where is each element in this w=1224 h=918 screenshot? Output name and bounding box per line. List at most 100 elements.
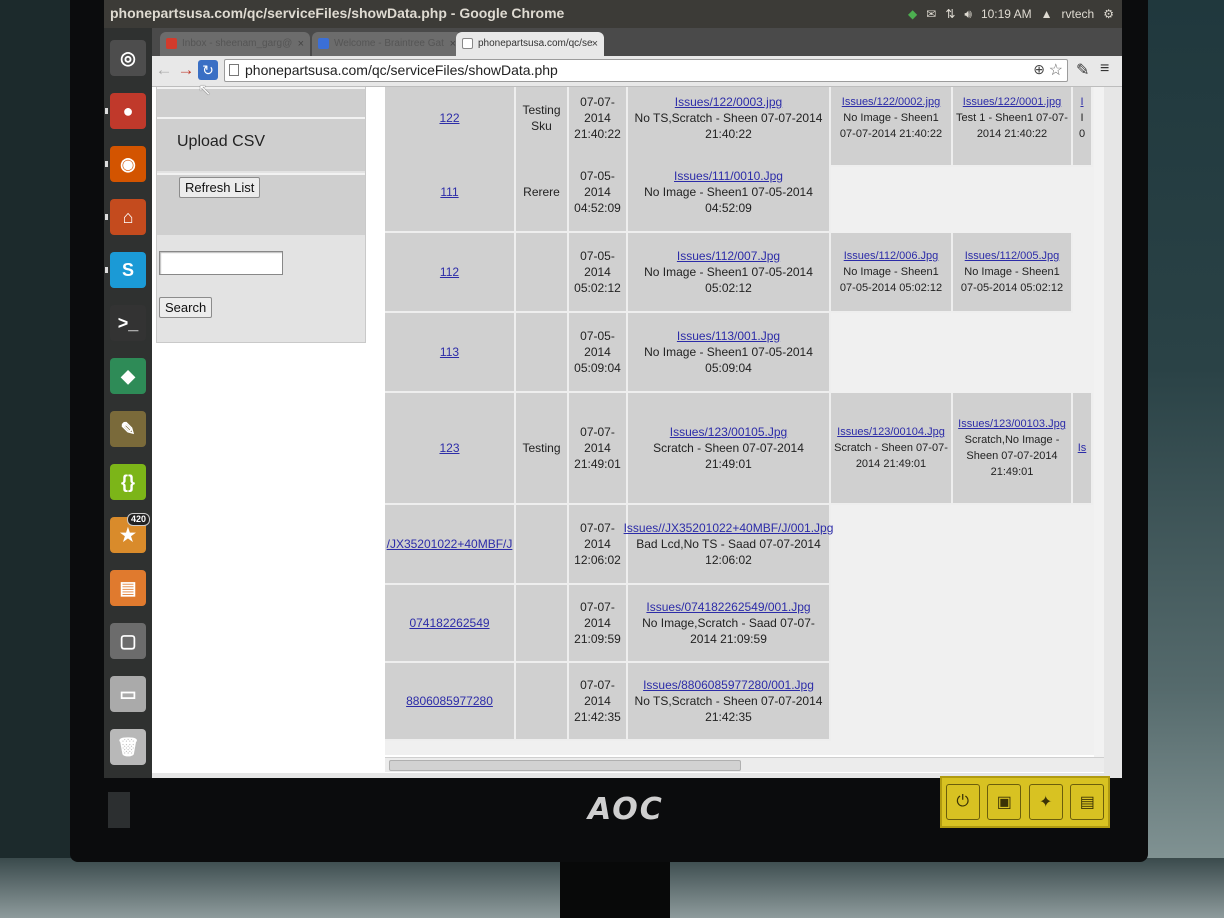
network-icon[interactable]: ⇅ — [945, 0, 955, 28]
date-line: 07-05- — [580, 169, 615, 183]
cube-app-icon[interactable]: ◆ — [110, 358, 146, 394]
id-cell: 8806085977280 — [385, 663, 516, 741]
date-line: 21:42:35 — [574, 710, 621, 724]
id-link[interactable]: 123 — [439, 440, 459, 456]
id-cell: 112 — [385, 233, 516, 313]
gear-icon[interactable]: ⚙ — [1103, 0, 1114, 28]
shield-icon[interactable]: ◆ — [908, 0, 917, 28]
display-mode-button[interactable]: ▣ — [987, 784, 1022, 820]
table-row: 074182262549 07-07- 2014 21:09:59 Issues/074… — [385, 585, 1104, 663]
chrome-icon[interactable]: ● — [105, 93, 146, 129]
updates-icon[interactable]: ★ 420 — [110, 513, 150, 553]
issue-image-link[interactable]: Issues/113/001.Jpg — [677, 328, 780, 344]
running-indicator — [105, 267, 108, 273]
issue-image-link[interactable]: Issues/122/0001.jpg — [963, 94, 1061, 110]
id-link[interactable]: 113 — [440, 344, 459, 360]
skype-icon[interactable]: S — [105, 252, 146, 288]
adjust-button[interactable]: ✦ — [1028, 784, 1063, 820]
scrollbar-thumb[interactable] — [389, 760, 741, 771]
id-link[interactable]: 111 — [440, 184, 458, 200]
id-link[interactable]: 112 — [440, 264, 459, 280]
gimp-icon[interactable]: ✎ — [110, 411, 146, 447]
tab-braintree[interactable]: Welcome - Braintree Gat × — [312, 32, 462, 56]
reload-icon[interactable]: ↻ — [198, 60, 218, 80]
volume-icon[interactable]: 🔊︎ — [964, 0, 972, 28]
date-line: 2014 — [584, 185, 611, 199]
address-bar[interactable]: phonepartsusa.com/qc/serviceFiles/showDa… — [224, 59, 1068, 82]
issue-image-link[interactable]: Issues/123/00103.Jpg — [958, 416, 1066, 432]
id-cell: 111 — [385, 153, 516, 233]
menu-icon[interactable]: ≡ — [1100, 60, 1109, 78]
running-indicator — [105, 161, 108, 167]
issue-description: No Image - Sheen1 07-05-2014 05:02:12 — [839, 266, 943, 294]
issue-cell: Is — [1073, 393, 1093, 505]
issue-image-link[interactable]: I — [1080, 94, 1083, 110]
id-link[interactable]: /JX35201022+40MBF/J — [387, 536, 513, 552]
zoom-icon[interactable]: ⊕ — [1033, 61, 1045, 78]
screen: phonepartsusa.com/qc/serviceFiles/showDa… — [104, 0, 1122, 778]
issue-cell: Issues/123/00103.Jpg Scratch,No Image - S… — [953, 393, 1073, 505]
refresh-section: Refresh List — [157, 173, 365, 235]
pen-icon[interactable]: ✎ — [1076, 60, 1089, 80]
issue-image-link[interactable]: Issues/122/0002.jpg — [842, 94, 940, 110]
forward-icon[interactable]: → — [176, 60, 196, 80]
browser-toolbar: ← → ↻ phonepartsusa.com/qc/serviceFiles/… — [152, 56, 1122, 87]
issue-image-link[interactable]: Is — [1078, 440, 1087, 456]
date-cell: 07-07- 2014 21:49:01 — [569, 393, 628, 505]
issue-image-link[interactable]: Issues/123/00105.Jpg — [670, 424, 787, 440]
close-icon[interactable]: × — [298, 32, 304, 56]
terminal-icon[interactable]: >_ — [110, 305, 146, 341]
workspace-icon[interactable]: ▢ — [110, 623, 146, 659]
issue-image-link[interactable]: Issues/112/005.Jpg — [965, 248, 1060, 264]
trash-icon[interactable]: 🗑 — [110, 729, 146, 765]
data-table: 122 Testing Sku 07-07- 2014 21:40:22 Issues/1… — [385, 87, 1104, 757]
drive-icon[interactable]: ▭ — [110, 676, 146, 712]
monitor-speaker — [108, 792, 130, 828]
issue-image-link[interactable]: Issues/074182262549/001.Jpg — [646, 599, 810, 615]
date-line: 2014 — [584, 441, 611, 455]
issue-image-link[interactable]: Issues/111/0010.Jpg — [674, 168, 783, 184]
issue-image-link[interactable]: Issues//JX35201022+40MBF/J/001.Jpg — [624, 520, 834, 536]
gmail-icon — [166, 38, 177, 49]
tab-inbox[interactable]: Inbox - sheenam_garg@ × — [160, 32, 310, 56]
power-button[interactable]: ⏻ — [945, 784, 980, 820]
issue-image-link[interactable]: Issues/112/007.Jpg — [677, 248, 780, 264]
table-row: 111 Rerere 07-05- 2014 04:52:09 Issues/111/00… — [385, 153, 1104, 233]
close-icon[interactable]: × — [592, 32, 598, 56]
mail-icon[interactable]: ✉ — [926, 0, 936, 28]
date-cell: 07-07- 2014 12:06:02 — [569, 505, 628, 585]
clock[interactable]: 10:19 AM — [981, 0, 1032, 28]
tab-strip: Inbox - sheenam_garg@ × Welcome - Braint… — [152, 28, 1122, 56]
firefox-icon[interactable]: ◉ — [105, 146, 146, 182]
issue-image-link[interactable]: Issues/8806085977280/001.Jpg — [643, 677, 814, 693]
id-link[interactable]: 122 — [439, 110, 459, 126]
impress-icon[interactable]: ▤ — [110, 570, 146, 606]
id-link[interactable]: 074182262549 — [409, 615, 489, 631]
issue-description: No Image - Sheen1 07-05-2014 05:02:12 — [644, 265, 813, 295]
upload-csv-link[interactable]: Upload CSV — [177, 133, 265, 151]
issue-description: No TS,Scratch - Sheen 07-07-2014 21:40:2… — [634, 111, 823, 141]
date-line: 05:02:12 — [574, 281, 621, 295]
files-home-icon[interactable]: ⌂ — [105, 199, 146, 235]
search-input[interactable] — [159, 251, 283, 275]
search-button[interactable]: Search — [159, 297, 213, 318]
issue-image-link[interactable]: Issues/122/0003.jpg — [675, 94, 782, 110]
horizontal-scrollbar[interactable] — [385, 757, 1104, 772]
issue-image-link[interactable]: Issues/112/006.Jpg — [844, 248, 939, 264]
user-icon: ▲ — [1040, 7, 1053, 21]
star-icon[interactable]: ☆ — [1049, 60, 1063, 80]
back-icon[interactable]: ← — [154, 60, 174, 80]
running-indicator — [105, 108, 108, 114]
date-line: 21:49:01 — [574, 457, 621, 471]
issue-image-link[interactable]: Issues/123/00104.Jpg — [837, 424, 945, 440]
table-row: /JX35201022+40MBF/J 07-07- 2014 12:06:02 Iss… — [385, 505, 1104, 585]
tab-showdata[interactable]: phonepartsusa.com/qc/se × — [456, 32, 604, 56]
id-link[interactable]: 8806085977280 — [406, 693, 493, 709]
code-editor-icon[interactable]: {} — [110, 464, 146, 500]
vertical-scrollbar[interactable] — [1094, 87, 1104, 757]
menu-button[interactable]: ▤ — [1070, 784, 1105, 820]
user-name[interactable]: rvtech — [1062, 0, 1095, 28]
ubuntu-dash-icon[interactable]: ◎ — [110, 40, 146, 76]
refresh-list-button[interactable]: Refresh List — [179, 177, 261, 198]
indicator-area: ◆ ✉ ⇅ 🔊︎ 10:19 AM ▲ rvtech ⚙ — [908, 0, 1114, 28]
